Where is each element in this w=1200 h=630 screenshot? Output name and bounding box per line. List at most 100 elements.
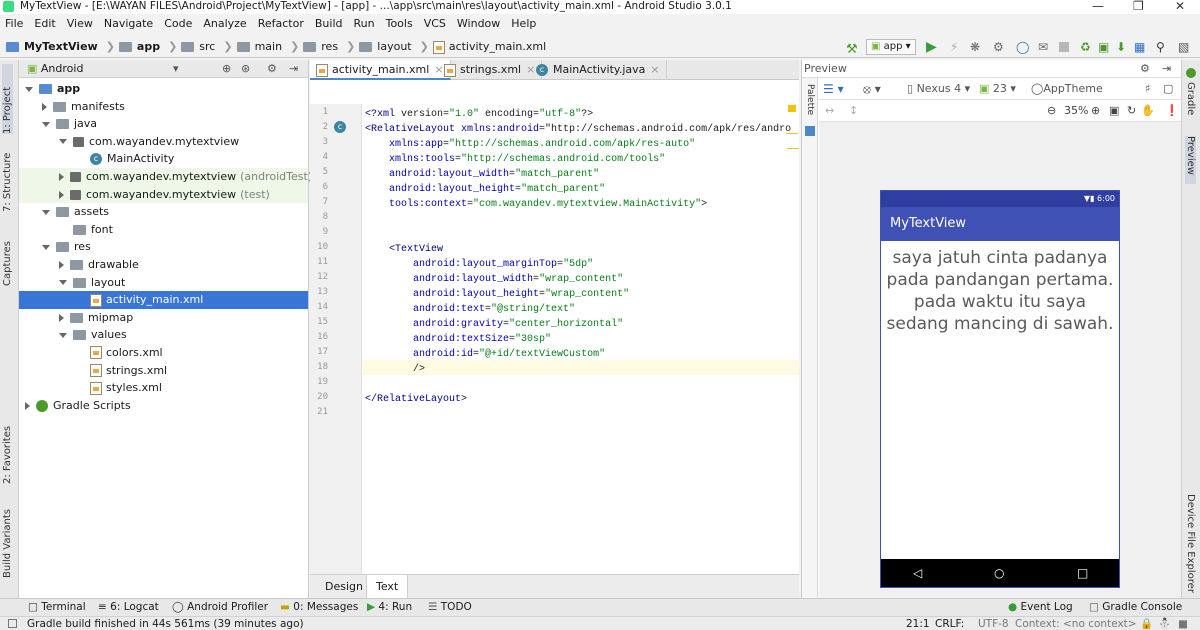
chevron-right-icon[interactable] xyxy=(59,260,64,269)
tab-captures[interactable]: Captures xyxy=(2,226,13,286)
project-structure-icon[interactable]: ▦ xyxy=(1134,36,1145,58)
logcat-button[interactable]: ≡ 6: Logcat xyxy=(98,599,159,616)
gradle-console-button[interactable]: □ Gradle Console xyxy=(1089,599,1182,616)
debug-icon[interactable]: ❋ xyxy=(970,36,980,58)
tree-item[interactable]: java xyxy=(19,115,308,133)
breadcrumb-main[interactable]: main xyxy=(236,40,282,53)
close-icon[interactable]: ✕ xyxy=(1175,0,1185,12)
breadcrumb-mytextview[interactable]: MyTextView xyxy=(6,40,98,53)
menu-view[interactable]: View xyxy=(67,17,93,30)
terminal-button[interactable]: □ Terminal xyxy=(28,599,86,616)
tree-item[interactable]: manifests xyxy=(19,98,308,116)
api-select[interactable]: ▣ 23 ▾ xyxy=(979,78,1016,100)
theme-select[interactable]: ◯AppTheme xyxy=(1031,78,1103,100)
chevron-right-icon[interactable] xyxy=(25,401,30,410)
language-icon[interactable]: ▢ xyxy=(1163,78,1173,100)
caret-position[interactable]: 21:1 xyxy=(906,617,930,630)
breadcrumb-res[interactable]: res xyxy=(303,40,338,53)
menu-analyze[interactable]: Analyze xyxy=(203,17,246,30)
device-icon[interactable]: ▧ xyxy=(1178,36,1189,58)
breadcrumb-activity-main-xml[interactable]: activity_main.xml xyxy=(432,40,546,54)
tab-build-variants[interactable]: Build Variants xyxy=(2,506,13,578)
tree-item[interactable]: app xyxy=(19,80,308,98)
hammer-icon[interactable]: ⚒ xyxy=(846,39,858,61)
menu-refactor[interactable]: Refactor xyxy=(258,17,304,30)
layers-icon[interactable]: ☰ ▾ xyxy=(823,78,844,100)
zoom-out-icon[interactable]: ⊖ xyxy=(1047,100,1056,122)
hide-panel-icon[interactable]: ⇥ xyxy=(289,60,298,78)
tree-item[interactable]: drawable xyxy=(19,256,308,274)
editor-tab[interactable]: activity_main.xml × xyxy=(310,60,451,80)
breadcrumb-app[interactable]: app xyxy=(118,40,160,53)
pan-icon[interactable]: ✋ xyxy=(1141,100,1155,122)
gear-icon[interactable]: ⚙ xyxy=(267,60,277,78)
status-toggle-icon[interactable] xyxy=(8,619,17,628)
chevron-down-icon[interactable] xyxy=(42,121,50,127)
breadcrumb-layout[interactable]: layout xyxy=(359,40,412,53)
locale-icon[interactable]: ♯ xyxy=(1145,78,1150,100)
tree-item[interactable]: assets xyxy=(19,203,308,221)
lock-icon[interactable]: 🔒 xyxy=(1140,617,1153,630)
scroll-from-source-icon[interactable]: ⊕ xyxy=(222,60,231,78)
resize-vertical-icon[interactable]: ↕ xyxy=(849,100,858,122)
search-icon[interactable]: ⚲ xyxy=(1156,36,1165,58)
event-icon[interactable]: ■ xyxy=(1178,617,1188,630)
breadcrumb-src[interactable]: src xyxy=(181,40,215,53)
tab-favorites[interactable]: 2: Favorites xyxy=(2,422,13,484)
chevron-right-icon[interactable] xyxy=(42,102,47,111)
menu-code[interactable]: Code xyxy=(164,17,192,30)
palette-strip[interactable]: Palette xyxy=(802,78,818,598)
code-area[interactable]: <?xml version="1.0" encoding="utf-8"?> <R… xyxy=(363,104,799,582)
tree-item[interactable]: layout xyxy=(19,274,308,292)
resize-horizontal-icon[interactable]: ↔ xyxy=(825,100,834,122)
view-mode-dropdown-icon[interactable]: ▾ xyxy=(173,60,179,78)
tree-item[interactable]: res xyxy=(19,238,308,256)
inspector-icon[interactable]: ⛄ xyxy=(1158,617,1171,630)
menu-help[interactable]: Help xyxy=(511,17,536,30)
tab-text[interactable]: Text xyxy=(366,575,409,598)
menu-vcs[interactable]: VCS xyxy=(424,17,446,30)
tab-gradle[interactable]: Gradle xyxy=(1185,82,1196,132)
line-separator[interactable]: CRLF: xyxy=(935,617,964,630)
editor-tab[interactable]: c MainActivity.java × xyxy=(530,60,667,80)
chevron-down-icon[interactable] xyxy=(59,280,67,286)
component-tree-icon[interactable] xyxy=(805,126,815,136)
collapse-all-icon[interactable]: ⊛ xyxy=(241,60,250,78)
apply-changes-icon[interactable]: ⚡ xyxy=(950,36,958,58)
zoom-to-fit-icon[interactable]: ▣ xyxy=(1109,100,1119,122)
menu-file[interactable]: File xyxy=(5,17,23,30)
chevron-down-icon[interactable] xyxy=(42,209,50,215)
chevron-right-icon[interactable] xyxy=(59,313,64,322)
context-indicator[interactable]: Context: <no context> xyxy=(1015,617,1137,630)
tree-item[interactable]: com.wayandev.mytextview (androidTest) xyxy=(19,167,312,186)
tree-item[interactable]: colors.xml xyxy=(19,344,308,362)
chevron-right-icon[interactable] xyxy=(59,172,64,181)
gear-icon[interactable]: ⚙ xyxy=(1140,60,1150,78)
tree-item[interactable]: activity_main.xml xyxy=(19,291,308,309)
minimize-icon[interactable]: — xyxy=(1092,0,1104,12)
run-config-select[interactable]: ▣ app ▾ xyxy=(866,39,916,55)
menu-build[interactable]: Build xyxy=(315,17,343,30)
menu-tools[interactable]: Tools xyxy=(386,17,413,30)
menu-run[interactable]: Run xyxy=(354,17,375,30)
tree-item[interactable]: com.wayandev.mytextview (test) xyxy=(19,185,308,204)
event-log-button[interactable]: ● Event Log xyxy=(1008,599,1073,616)
refresh-icon[interactable]: ↻ xyxy=(1127,100,1136,122)
restore-icon[interactable]: ❐ xyxy=(1133,0,1144,12)
tab-design[interactable]: Design xyxy=(316,575,372,598)
tab-device-file-explorer[interactable]: Device File Explorer xyxy=(1185,494,1196,604)
tree-item[interactable]: c MainActivity xyxy=(19,150,308,168)
messages-button[interactable]: ▬ 0: Messages xyxy=(280,599,358,616)
tree-item[interactable]: Gradle Scripts xyxy=(19,397,308,415)
chevron-down-icon[interactable] xyxy=(59,139,67,145)
tab-preview[interactable]: Preview xyxy=(1185,136,1196,184)
avd-manager-icon[interactable]: ▣ xyxy=(1098,36,1109,58)
tree-item[interactable]: com.wayandev.mytextview xyxy=(19,133,308,151)
android-profiler-button[interactable]: ◯ Android Profiler xyxy=(172,599,268,616)
attach-debugger-icon[interactable]: ⚙ xyxy=(993,36,1004,58)
menu-edit[interactable]: Edit xyxy=(34,17,55,30)
editor-tab[interactable]: strings.xml × xyxy=(438,60,543,80)
chevron-down-icon[interactable] xyxy=(59,332,67,338)
tree-item[interactable]: font xyxy=(19,221,308,239)
tab-structure[interactable]: 7: Structure xyxy=(2,142,13,212)
